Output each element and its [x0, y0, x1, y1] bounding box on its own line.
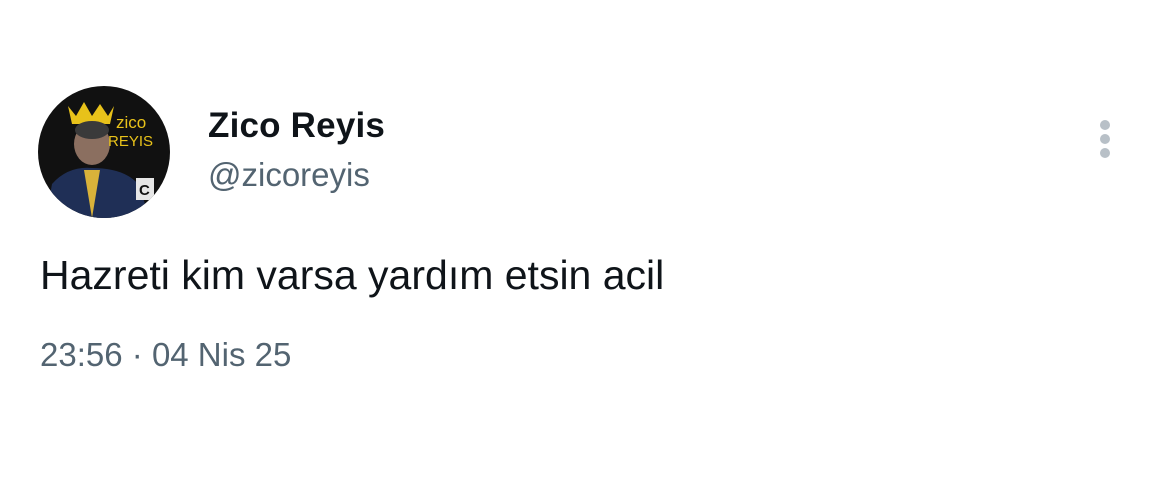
tweet-card: zico REYIS C Zico Reyis @zicoreyis Hazre… [0, 0, 1170, 502]
svg-text:zico: zico [116, 113, 146, 132]
svg-text:C: C [139, 182, 150, 199]
author-display-name[interactable]: Zico Reyis [208, 106, 385, 146]
timestamp-separator: · [131, 336, 143, 373]
tweet-time[interactable]: 23:56 [40, 336, 123, 373]
tweet-timestamp: 23:56 · 04 Nis 25 [40, 336, 291, 374]
svg-text:REYIS: REYIS [108, 133, 153, 150]
author-handle[interactable]: @zicoreyis [208, 156, 370, 194]
tweet-text: Hazreti kim varsa yardım etsin acil [40, 252, 665, 298]
tweet-date[interactable]: 04 Nis 25 [152, 336, 291, 373]
profile-photo-icon: zico REYIS C [38, 86, 170, 218]
avatar[interactable]: zico REYIS C [38, 86, 170, 218]
more-options-icon[interactable] [1088, 114, 1122, 164]
